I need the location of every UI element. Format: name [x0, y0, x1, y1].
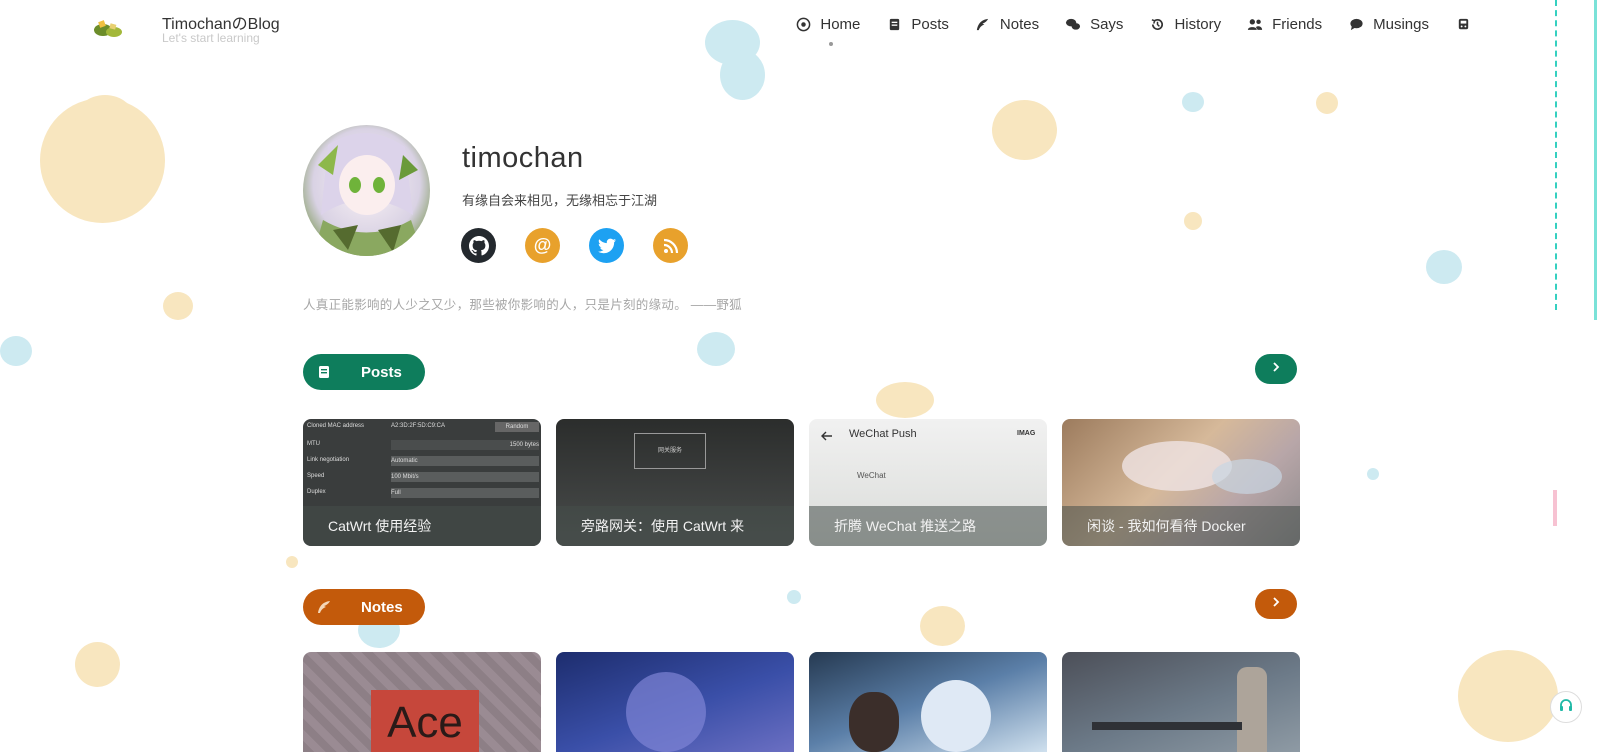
- posts-more-button[interactable]: [1255, 354, 1297, 384]
- book-icon: [886, 17, 902, 33]
- arrow-left-icon: [821, 428, 833, 446]
- post-card[interactable]: Cloned MAC address A2:3D:2F:5D:C9:CA Ran…: [303, 419, 541, 546]
- note-card[interactable]: [809, 652, 1047, 752]
- decor-cloud: [920, 606, 965, 646]
- nav-label: Musings: [1373, 16, 1429, 33]
- post-card[interactable]: 闲谈 - 我如何看待 Docker: [1062, 419, 1300, 546]
- feather-icon: [303, 589, 345, 625]
- nav-home[interactable]: Home: [795, 16, 861, 46]
- decor-cloud: [75, 95, 135, 145]
- decor-cloud: [1458, 650, 1558, 742]
- twitter-icon[interactable]: [589, 228, 624, 263]
- avatar: [303, 125, 430, 256]
- site-header: TimochanのBlog Let's start learning Home …: [0, 0, 1600, 56]
- social-links: @: [461, 228, 717, 263]
- note-card[interactable]: Ace: [303, 652, 541, 752]
- users-icon: [1247, 17, 1263, 33]
- note-card[interactable]: [1062, 652, 1300, 752]
- site-subtitle: Let's start learning: [162, 31, 260, 45]
- nav-posts[interactable]: Posts: [886, 16, 949, 33]
- profile-motto: 有缘自会来相见，无缘相忘于江湖: [462, 193, 658, 208]
- posts-section-label: Posts: [361, 363, 402, 381]
- nav-friends[interactable]: Friends: [1247, 16, 1322, 33]
- decor-cloud: [286, 556, 298, 568]
- nav-label: Says: [1090, 16, 1124, 33]
- main-nav: Home Posts Notes Says History Friends Mu…: [769, 16, 1480, 46]
- at-email-icon[interactable]: @: [525, 228, 560, 263]
- decor-cloud: [876, 382, 934, 418]
- profile-name: timochan: [462, 142, 584, 174]
- post-card[interactable]: 网关服务 旁路网关：使用 CatWrt 来: [556, 419, 794, 546]
- decor-cloud: [1426, 250, 1462, 284]
- history-icon: [1149, 17, 1165, 33]
- site-logo[interactable]: [93, 16, 123, 40]
- nav-says[interactable]: Says: [1065, 16, 1123, 33]
- decor-cloud: [0, 336, 32, 366]
- subway-icon: [1455, 17, 1471, 33]
- decor-cloud: [1367, 468, 1379, 480]
- comment-icon: [1348, 17, 1364, 33]
- note-thumbnail: [921, 680, 991, 752]
- decor-cloud: [75, 642, 120, 687]
- headset-support-button[interactable]: [1550, 691, 1582, 723]
- note-thumbnail: [626, 672, 706, 752]
- decor-cloud: [1184, 212, 1202, 230]
- chevron-right-icon: [1270, 595, 1282, 613]
- nav-label: Posts: [911, 16, 949, 33]
- decor-cloud: [1182, 92, 1204, 112]
- notes-section-label: Notes: [361, 598, 403, 616]
- rss-icon[interactable]: [653, 228, 688, 263]
- nav-label: Friends: [1272, 16, 1323, 33]
- github-icon[interactable]: [461, 228, 496, 263]
- nav-history[interactable]: History: [1149, 16, 1221, 33]
- decor-cloud: [163, 292, 193, 320]
- note-card[interactable]: [556, 652, 794, 752]
- nav-label: History: [1174, 16, 1222, 33]
- nav-musings[interactable]: Musings: [1348, 16, 1429, 33]
- decor-cloud: [787, 590, 801, 604]
- nav-notes[interactable]: Notes: [975, 16, 1039, 33]
- notes-section-tab[interactable]: Notes: [303, 589, 425, 625]
- nav-subway[interactable]: [1455, 17, 1480, 33]
- chevron-right-icon: [1270, 360, 1282, 378]
- decor-cloud: [1316, 92, 1338, 114]
- compass-icon: [795, 17, 811, 33]
- note-thumbnail: Ace: [371, 690, 479, 752]
- nav-label: Notes: [999, 16, 1040, 33]
- decor-cloud: [992, 100, 1057, 160]
- side-decoration: [1553, 490, 1557, 526]
- profile-quote: 人真正能影响的人少之又少，那些被你影响的人，只是片刻的缘动。 ——野狐: [303, 298, 742, 312]
- note-thumbnail: [1237, 667, 1267, 752]
- post-card[interactable]: WeChat Push IMAG WeChat 折腾 WeChat 推送之路: [809, 419, 1047, 546]
- post-title: 闲谈 - 我如何看待 Docker: [1062, 506, 1300, 546]
- nav-label: Home: [820, 16, 861, 33]
- book-icon: [303, 354, 345, 390]
- notes-more-button[interactable]: [1255, 589, 1297, 619]
- chat-icon: [1065, 17, 1081, 33]
- post-title: 旁路网关：使用 CatWrt 来: [556, 506, 794, 546]
- decor-cloud: [697, 332, 735, 366]
- feather-icon: [975, 17, 991, 33]
- decor-cloud: [720, 50, 765, 100]
- post-title: CatWrt 使用经验: [303, 506, 541, 546]
- headset-icon: [1558, 697, 1574, 718]
- posts-section-tab[interactable]: Posts: [303, 354, 425, 390]
- post-title: 折腾 WeChat 推送之路: [809, 506, 1047, 546]
